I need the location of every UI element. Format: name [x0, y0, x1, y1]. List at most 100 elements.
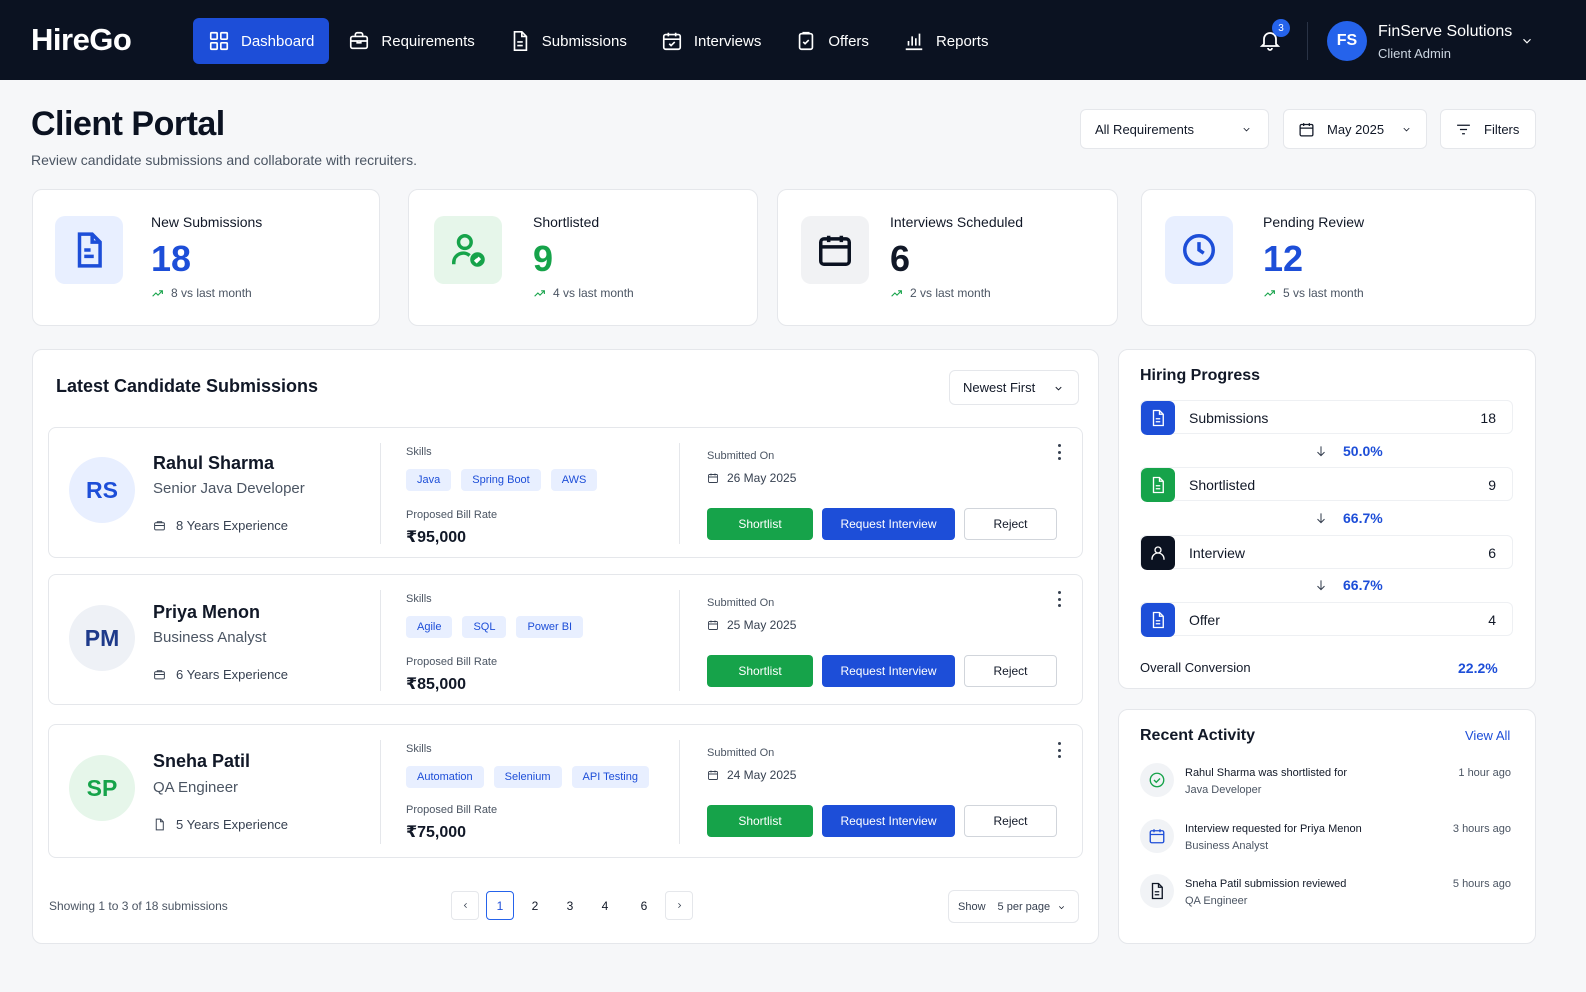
per-page-value: 5 per page — [997, 900, 1051, 913]
page-button-2[interactable]: 2 — [521, 891, 549, 920]
stage-shortlisted[interactable]: Shortlisted 9 — [1140, 467, 1513, 502]
filters-button[interactable]: Filters — [1440, 109, 1536, 149]
notifications-button[interactable]: 3 — [1258, 19, 1290, 54]
app-logo[interactable]: HireGo — [31, 22, 132, 58]
user-icon — [1151, 546, 1165, 560]
stage-label: Shortlisted — [1189, 477, 1256, 493]
more-options-icon[interactable] — [1053, 742, 1065, 758]
bill-rate: ₹85,000 — [406, 676, 467, 693]
nav-requirements[interactable]: Requirements — [333, 18, 489, 64]
calendar-icon — [708, 770, 718, 780]
request-interview-button[interactable]: Request Interview — [822, 508, 955, 540]
trend-up-icon — [1264, 289, 1275, 297]
calendar-icon — [819, 235, 851, 266]
top-navigation: HireGo Dashboard Requirements Submission… — [0, 0, 1586, 80]
sort-value: Newest First — [963, 380, 1036, 395]
skills-label: Skills — [406, 446, 432, 458]
calendar-icon — [1299, 122, 1314, 137]
stat-label: Pending Review — [1263, 214, 1365, 230]
candidate-card[interactable]: RS Rahul Sharma Senior Java Developer 8 … — [48, 427, 1083, 558]
nav-submissions[interactable]: Submissions — [494, 18, 642, 64]
activity-title[interactable]: Sneha Patil submission reviewed — [1185, 878, 1346, 890]
stage-count: 9 — [1488, 477, 1496, 493]
nav-offers[interactable]: Offers — [780, 18, 884, 64]
stage-submissions[interactable]: Submissions 18 — [1140, 400, 1513, 435]
page-button-6[interactable]: 6 — [630, 891, 658, 920]
request-interview-button[interactable]: Request Interview — [822, 805, 955, 837]
stage-interview[interactable]: Interview 6 — [1140, 535, 1513, 570]
check-circle-icon — [1149, 772, 1165, 788]
reject-button[interactable]: Reject — [964, 805, 1057, 837]
submitted-label: Submitted On — [707, 597, 775, 609]
document-icon — [513, 31, 528, 51]
view-all-link[interactable]: View All — [1465, 728, 1510, 743]
page-button-1[interactable]: 1 — [486, 891, 514, 920]
candidate-role: Business Analyst — [153, 629, 267, 646]
conversion-rate-text: 66.7% — [1343, 577, 1383, 593]
stat-card-interviews-scheduled[interactable]: Interviews Scheduled 6 2 vs last month — [777, 189, 1118, 326]
candidate-experience: 8 Years Experience — [153, 518, 288, 533]
prev-page-button[interactable] — [451, 891, 479, 920]
page-button-3[interactable]: 3 — [556, 891, 584, 920]
conversion-rate: 50.0% — [1314, 443, 1383, 459]
more-options-icon[interactable] — [1053, 444, 1065, 460]
stage-count: 18 — [1480, 410, 1496, 426]
reject-button[interactable]: Reject — [964, 508, 1057, 540]
next-page-button[interactable] — [665, 891, 693, 920]
activity-subtitle: Java Developer — [1185, 784, 1262, 796]
briefcase-icon — [154, 670, 165, 680]
reject-button[interactable]: Reject — [964, 655, 1057, 687]
candidate-name[interactable]: Priya Menon — [153, 602, 260, 623]
chevron-down-icon — [1243, 127, 1250, 131]
chevron-down-icon — [1058, 906, 1065, 910]
trend-up-icon — [534, 289, 545, 297]
stat-card-new-submissions[interactable]: New Submissions 18 8 vs last month — [32, 189, 380, 326]
request-interview-button[interactable]: Request Interview — [822, 655, 955, 687]
per-page-select[interactable]: Show 5 per page — [948, 890, 1079, 923]
shortlist-button[interactable]: Shortlist — [707, 655, 813, 687]
stage-icon-container — [1141, 603, 1175, 637]
page-button-4[interactable]: 4 — [591, 891, 619, 920]
nav-interviews[interactable]: Interviews — [646, 18, 777, 64]
overall-conversion-value: 22.2% — [1458, 660, 1498, 676]
nav-dashboard[interactable]: Dashboard — [193, 18, 330, 64]
pagination: 1 2 3 4 6 — [451, 891, 700, 920]
activity-title[interactable]: Rahul Sharma was shortlisted for — [1185, 767, 1347, 779]
candidate-card[interactable]: SP Sneha Patil QA Engineer 5 Years Exper… — [48, 724, 1083, 858]
skill-chip: Power BI — [516, 616, 584, 638]
candidate-name[interactable]: Rahul Sharma — [153, 453, 274, 474]
shortlist-button[interactable]: Shortlist — [707, 805, 813, 837]
submitted-date: 24 May 2025 — [707, 768, 796, 782]
stage-offer[interactable]: Offer 4 — [1140, 602, 1513, 637]
stat-value: 9 — [533, 238, 554, 279]
chevron-right-icon — [677, 902, 681, 909]
user-menu-toggle[interactable] — [1520, 34, 1534, 53]
nav-reports[interactable]: Reports — [888, 18, 1004, 64]
submitted-date: 25 May 2025 — [707, 618, 796, 632]
candidate-name[interactable]: Sneha Patil — [153, 751, 250, 772]
user-name[interactable]: FinServe Solutions — [1378, 23, 1512, 41]
skill-chip: Java — [406, 469, 452, 491]
requirement-filter-select[interactable]: All Requirements — [1080, 109, 1269, 149]
bill-rate: ₹95,000 — [406, 529, 467, 546]
skill-chip: AWS — [550, 469, 598, 491]
stage-label: Interview — [1189, 545, 1246, 561]
activity-title[interactable]: Interview requested for Priya Menon — [1185, 823, 1362, 835]
column-divider — [679, 740, 680, 844]
arrow-down-icon — [1317, 446, 1325, 457]
more-options-icon[interactable] — [1053, 591, 1065, 607]
trend-up-icon — [891, 289, 902, 297]
rate-label: Proposed Bill Rate — [406, 656, 498, 668]
stat-card-pending-review[interactable]: Pending Review 12 5 vs last month — [1141, 189, 1536, 326]
recent-activity-title: Recent Activity — [1140, 727, 1255, 744]
submitted-label: Submitted On — [707, 747, 775, 759]
user-avatar[interactable]: FS — [1327, 21, 1367, 61]
activity-subtitle: QA Engineer — [1185, 895, 1248, 907]
sort-select[interactable]: Newest First — [949, 370, 1079, 405]
candidate-card[interactable]: PM Priya Menon Business Analyst 6 Years … — [48, 574, 1083, 705]
conversion-rate: 66.7% — [1314, 510, 1383, 526]
shortlist-button[interactable]: Shortlist — [707, 508, 813, 540]
stat-card-shortlisted[interactable]: Shortlisted 9 4 vs last month — [408, 189, 758, 326]
stat-trend-text: 8 vs last month — [171, 286, 252, 300]
month-filter-select[interactable]: May 2025 — [1283, 109, 1427, 149]
